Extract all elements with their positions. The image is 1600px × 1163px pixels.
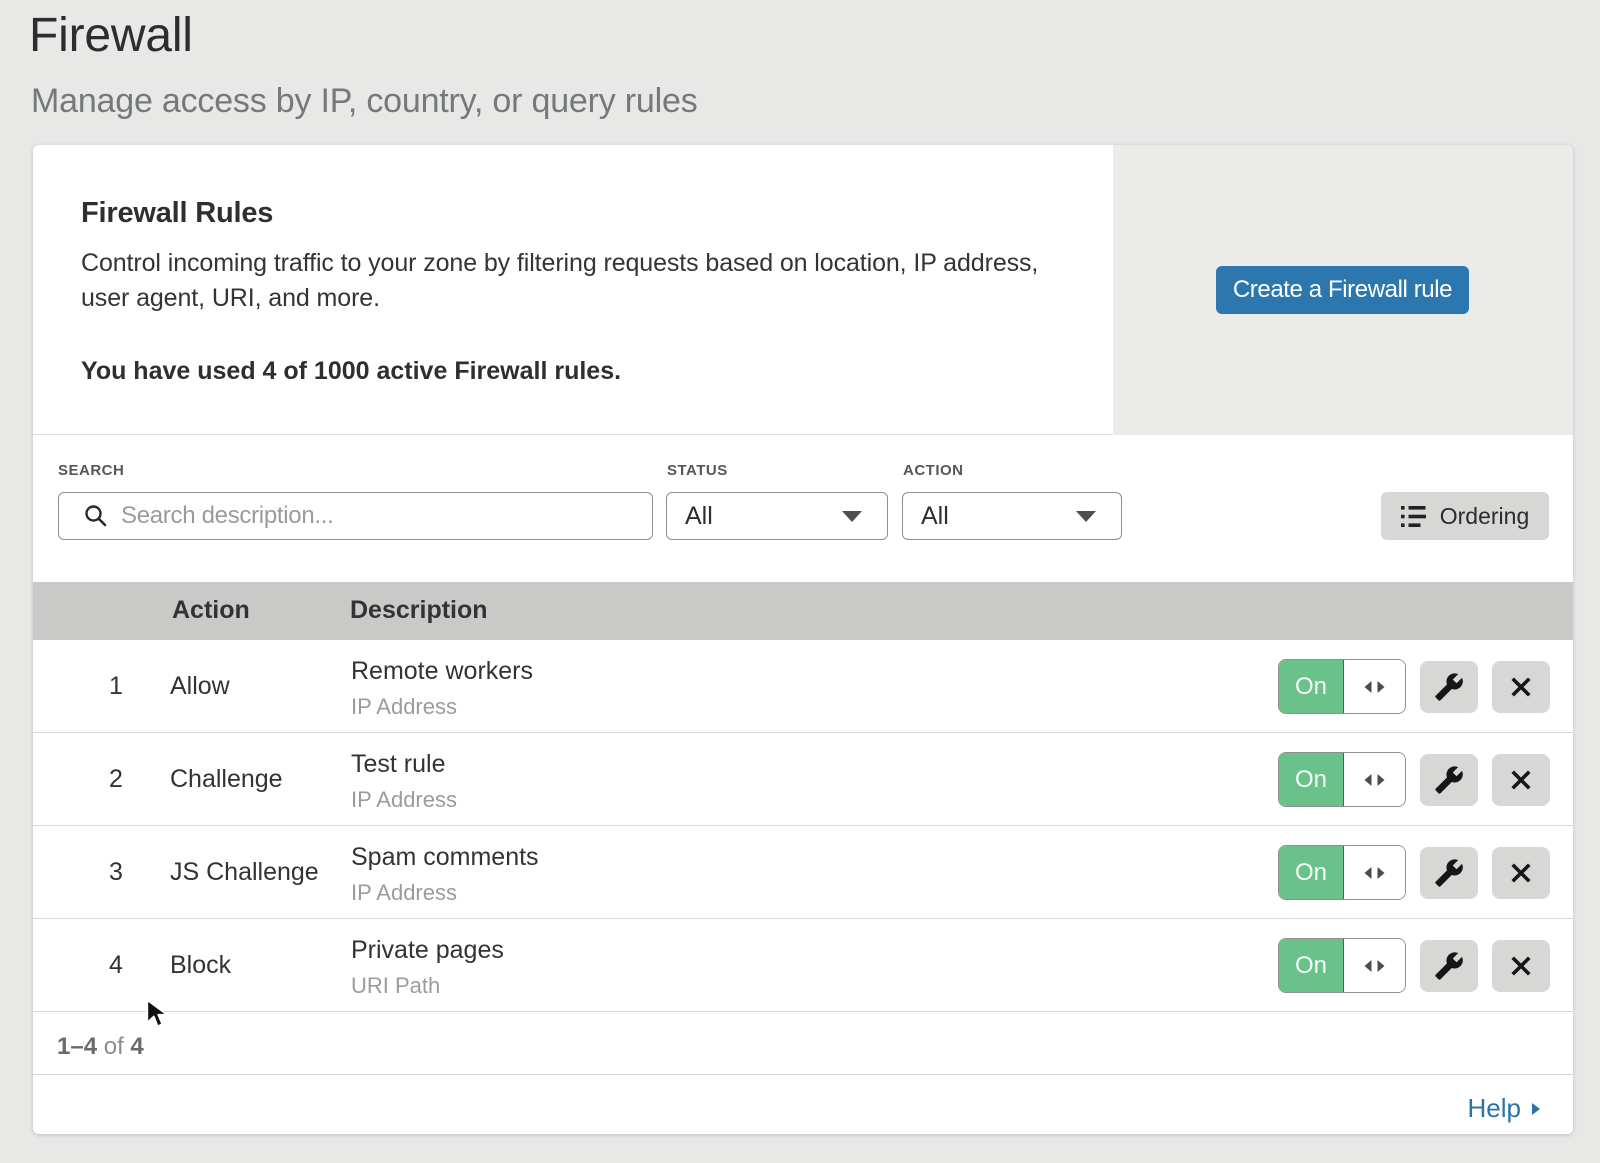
rule-controls: On (33, 640, 1573, 732)
left-right-arrows-icon (1361, 773, 1388, 787)
search-input[interactable]: Search description... (58, 492, 653, 540)
ordering-button[interactable]: Ordering (1381, 492, 1549, 540)
card-footer: Help (33, 1075, 1573, 1134)
table-row: 1 Allow Remote workers IP Address On (33, 640, 1573, 733)
delete-rule-button[interactable] (1492, 754, 1550, 806)
toggle-drag-handle[interactable] (1344, 939, 1405, 992)
ordering-label: Ordering (1440, 503, 1529, 530)
table-row: 4 Block Private pages URI Path On (33, 919, 1573, 1012)
column-header-action: Action (172, 596, 250, 625)
usage-note: You have used 4 of 1000 active Firewall … (81, 357, 621, 386)
delete-rule-button[interactable] (1492, 940, 1550, 992)
table-row: 3 JS Challenge Spam comments IP Address … (33, 826, 1573, 919)
status-value: All (685, 502, 713, 531)
x-icon (1510, 955, 1532, 977)
chevron-down-icon (1075, 510, 1097, 523)
table-row: 2 Challenge Test rule IP Address On (33, 733, 1573, 826)
chevron-down-icon (841, 510, 863, 523)
table-header: Action Description (33, 582, 1573, 640)
toggle-on-label: On (1279, 846, 1344, 899)
card-top-section: Firewall Rules Control incoming traffic … (33, 145, 1573, 435)
wrench-icon (1434, 951, 1464, 981)
card-title: Firewall Rules (81, 197, 273, 230)
status-label: STATUS (667, 462, 728, 479)
rule-enabled-toggle[interactable]: On (1278, 752, 1406, 807)
wrench-icon (1434, 672, 1464, 702)
pagination-bar: 1–4 of 4 (33, 1012, 1573, 1075)
search-label: SEARCH (58, 462, 124, 479)
rule-controls: On (33, 733, 1573, 825)
toggle-drag-handle[interactable] (1344, 660, 1405, 713)
wrench-icon (1434, 765, 1464, 795)
action-value: All (921, 502, 949, 531)
edit-rule-button[interactable] (1420, 940, 1478, 992)
page-title: Firewall (29, 8, 193, 63)
edit-rule-button[interactable] (1420, 661, 1478, 713)
action-select[interactable]: All (902, 492, 1122, 540)
pagination-of: of (104, 1033, 124, 1060)
edit-rule-button[interactable] (1420, 847, 1478, 899)
card-description: Control incoming traffic to your zone by… (81, 246, 1081, 316)
status-select[interactable]: All (666, 492, 888, 540)
rule-controls: On (33, 919, 1573, 1011)
firewall-rules-card: Firewall Rules Control incoming traffic … (33, 145, 1573, 1134)
x-icon (1510, 862, 1532, 884)
create-firewall-rule-button[interactable]: Create a Firewall rule (1216, 266, 1469, 314)
toggle-on-label: On (1279, 660, 1344, 713)
ordering-list-icon (1401, 506, 1426, 527)
column-header-description: Description (350, 596, 488, 625)
delete-rule-button[interactable] (1492, 847, 1550, 899)
page-subtitle: Manage access by IP, country, or query r… (31, 82, 698, 121)
x-icon (1510, 676, 1532, 698)
toggle-on-label: On (1279, 939, 1344, 992)
help-link[interactable]: Help (1468, 1093, 1541, 1124)
toggle-drag-handle[interactable] (1344, 753, 1405, 806)
rule-enabled-toggle[interactable]: On (1278, 659, 1406, 714)
left-right-arrows-icon (1361, 680, 1388, 694)
toggle-drag-handle[interactable] (1344, 846, 1405, 899)
rule-enabled-toggle[interactable]: On (1278, 938, 1406, 993)
toggle-on-label: On (1279, 753, 1344, 806)
triangle-right-icon (1531, 1102, 1541, 1116)
search-placeholder: Search description... (121, 502, 333, 530)
filters-bar: SEARCH STATUS ACTION Search description.… (33, 436, 1573, 582)
edit-rule-button[interactable] (1420, 754, 1478, 806)
pagination-range: 1–4 (57, 1033, 97, 1060)
left-right-arrows-icon (1361, 866, 1388, 880)
pagination-text: 1–4 of 4 (57, 1033, 144, 1061)
rule-controls: On (33, 826, 1573, 918)
left-right-arrows-icon (1361, 959, 1388, 973)
rules-table-body: 1 Allow Remote workers IP Address On (33, 640, 1573, 1012)
delete-rule-button[interactable] (1492, 661, 1550, 713)
x-icon (1510, 769, 1532, 791)
search-icon (84, 504, 108, 528)
pagination-total: 4 (130, 1033, 143, 1060)
action-label: ACTION (903, 462, 964, 479)
wrench-icon (1434, 858, 1464, 888)
rule-enabled-toggle[interactable]: On (1278, 845, 1406, 900)
help-label: Help (1468, 1093, 1521, 1124)
